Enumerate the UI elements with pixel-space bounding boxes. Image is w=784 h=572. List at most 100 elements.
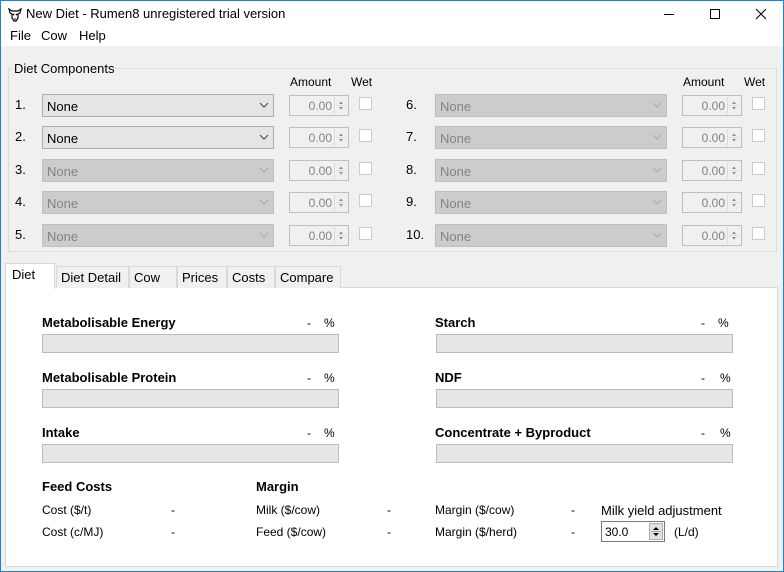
tab-diet[interactable]: Diet [5,263,55,289]
component-feed-select-2[interactable]: None [42,126,274,149]
component-wet-checkbox-3[interactable] [359,162,372,175]
component-feed-select-8[interactable]: None [435,159,667,182]
spinner-arrows[interactable] [727,129,740,146]
component-feed-value: None [47,196,79,211]
minimize-button[interactable] [646,1,692,27]
title-bar: New Diet - Rumen8 unregistered trial ver… [1,1,783,27]
component-wet-checkbox-9[interactable] [752,194,765,207]
milk-yield-arrows[interactable] [649,523,663,540]
component-feed-select-1[interactable]: None [42,94,274,117]
spinner-arrows[interactable] [334,97,347,114]
menu-cow[interactable]: Cow [39,28,69,43]
feed-per-cow-label: Feed ($/cow) [256,525,327,539]
menu-help[interactable]: Help [77,28,108,43]
metabolisable-energy-bar [42,334,339,353]
component-number-8: 8. [406,162,417,177]
spinner-arrows[interactable] [334,162,347,179]
component-feed-select-4[interactable]: None [42,191,274,214]
chevron-down-icon [259,199,269,205]
maximize-icon [710,9,720,19]
cost-per-mj-label: Cost (c/MJ) [42,525,104,539]
intake-unit: % [324,426,335,440]
chevron-down-icon [652,134,662,140]
component-feed-select-7[interactable]: None [435,126,667,149]
component-amount-spinner-5[interactable]: 0.00 [289,225,349,246]
component-amount-spinner-3[interactable]: 0.00 [289,160,349,181]
component-wet-checkbox-2[interactable] [359,129,372,142]
chevron-down-icon [652,167,662,173]
component-amount-spinner-8[interactable]: 0.00 [682,160,742,181]
component-amount-value: 0.00 [308,229,332,243]
component-feed-select-5[interactable]: None [42,224,274,247]
component-amount-value: 0.00 [701,229,725,243]
component-amount-spinner-10[interactable]: 0.00 [682,225,742,246]
spinner-arrows[interactable] [334,129,347,146]
component-amount-spinner-9[interactable]: 0.00 [682,192,742,213]
margin-per-herd-label: Margin ($/herd) [435,525,518,539]
feed-per-cow-value: - [387,525,391,539]
component-feed-select-9[interactable]: None [435,191,667,214]
ndf-value: - [701,371,705,385]
component-feed-value: None [440,131,472,146]
component-feed-select-6[interactable]: None [435,94,667,117]
tab-diet-detail[interactable]: Diet Detail [56,266,129,288]
tab-costs[interactable]: Costs [227,266,275,288]
spinner-arrows-icon [729,231,739,240]
component-wet-checkbox-4[interactable] [359,194,372,207]
component-feed-value: None [47,131,79,146]
component-number-10: 10. [406,227,425,242]
component-feed-value: None [47,164,79,179]
spinner-arrows-icon [729,101,739,110]
component-amount-spinner-1[interactable]: 0.00 [289,95,349,116]
spinner-arrows[interactable] [334,227,347,244]
spinner-arrows[interactable] [727,97,740,114]
spinner-arrows-icon [336,166,346,175]
concentrate-byproduct-value: - [701,426,705,440]
app-window: New Diet - Rumen8 unregistered trial ver… [0,0,784,572]
spinner-arrows[interactable] [727,162,740,179]
maximize-button[interactable] [692,1,738,27]
component-wet-checkbox-7[interactable] [752,129,765,142]
starch-value: - [701,316,705,330]
close-button[interactable] [738,1,784,27]
milk-yield-unit: (L/d) [674,525,699,539]
wet-header-right: Wet [744,75,766,89]
component-wet-checkbox-8[interactable] [752,162,765,175]
component-amount-spinner-4[interactable]: 0.00 [289,192,349,213]
ndf-unit: % [720,371,731,385]
component-number-6: 6. [406,97,417,112]
spinner-arrows-icon [336,101,346,110]
spinner-arrows[interactable] [727,194,740,211]
component-number-1: 1. [15,97,26,112]
starch-label: Starch [435,315,476,330]
spinner-arrows-icon [336,231,346,240]
component-wet-checkbox-1[interactable] [359,97,372,110]
menu-file[interactable]: File [8,28,33,43]
component-number-7: 7. [406,129,417,144]
component-feed-select-10[interactable]: None [435,224,667,247]
component-wet-checkbox-10[interactable] [752,227,765,240]
component-amount-spinner-2[interactable]: 0.00 [289,127,349,148]
spinner-arrows[interactable] [727,227,740,244]
tab-cow[interactable]: Cow [129,266,177,288]
component-wet-checkbox-5[interactable] [359,227,372,240]
component-feed-select-3[interactable]: None [42,159,274,182]
component-amount-value: 0.00 [701,196,725,210]
ndf-bar [436,389,733,408]
component-amount-spinner-7[interactable]: 0.00 [682,127,742,148]
component-wet-checkbox-6[interactable] [752,97,765,110]
spinner-arrows-icon [729,133,739,142]
component-feed-value: None [47,229,79,244]
component-amount-spinner-6[interactable]: 0.00 [682,95,742,116]
chevron-down-icon [259,232,269,238]
component-amount-value: 0.00 [308,99,332,113]
cost-per-tonne-value: - [171,503,175,517]
tab-prices[interactable]: Prices [177,266,227,288]
tab-compare[interactable]: Compare [275,266,341,288]
spinner-arrows[interactable] [334,194,347,211]
milk-per-cow-value: - [387,503,391,517]
margin-per-cow-label: Margin ($/cow) [435,503,515,517]
milk-yield-spinner[interactable]: 30.0 [601,521,665,542]
cost-per-tonne-label: Cost ($/t) [42,503,92,517]
component-number-9: 9. [406,194,417,209]
